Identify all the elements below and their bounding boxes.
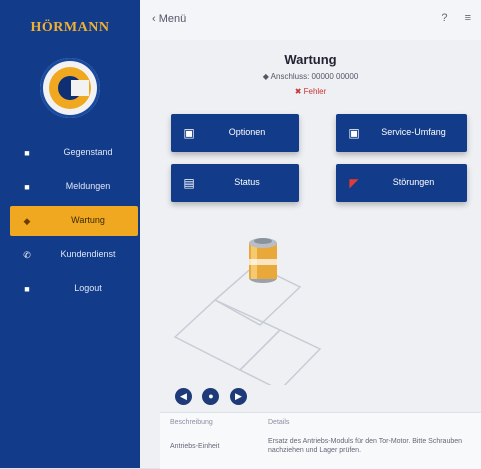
status-button[interactable]: ▤ Status (171, 164, 299, 202)
sidebar-item-label: Logout (74, 283, 102, 293)
device-icon: ▣ (348, 126, 360, 140)
column-header: Details (268, 419, 290, 426)
play-button[interactable]: ● (202, 388, 220, 405)
sidebar: HÖRMANN ■ Gegenstand ■ Meldungen ◆ Wartu… (0, 0, 140, 468)
sidebar-item-label: Gegenstand (63, 147, 113, 157)
detail-key: Antriebs-Einheit (170, 443, 220, 450)
page-title: Wartung (284, 52, 337, 67)
top-bar: ‹ Menü ? ≡ (140, 0, 481, 40)
sidebar-nav: ■ Gegenstand ■ Meldungen ◆ Wartung ✆ Kun… (0, 138, 140, 308)
battery-icon: ▤ (183, 176, 195, 190)
question-icon[interactable]: ? (441, 12, 447, 24)
home-icon: ■ (24, 148, 30, 158)
sidebar-item-label: Kundendienst (60, 249, 116, 259)
sidebar-item-gegenstand[interactable]: ■ Gegenstand (0, 138, 140, 168)
column-header: Beschreibung (170, 419, 213, 426)
device-icon: ▣ (183, 126, 195, 140)
sidebar-item-label: Wartung (71, 215, 105, 225)
sidebar-item-wartung[interactable]: ◆ Wartung (10, 206, 138, 236)
sidebar-item-kundendienst[interactable]: ✆ Kundendienst (0, 240, 140, 270)
detail-value: Ersatz des Antriebs-Moduls für den Tor-M… (268, 438, 463, 454)
sidebar-item-label: Meldungen (65, 181, 111, 191)
brand-wordmark: HÖRMANN (30, 20, 110, 35)
device-subtitle: ◆ Anschluss: 00000 00000 (262, 72, 359, 81)
status-badge: ✖ Fehler (294, 87, 327, 96)
options-button[interactable]: ▣ Optionen (171, 114, 299, 152)
app-logo (40, 58, 100, 118)
playback-controls: ◀ ● ▶ (175, 386, 253, 405)
door-illustration (173, 238, 322, 385)
wrench-icon: ◆ (23, 216, 31, 226)
faults-button[interactable]: ◤ Störungen (336, 164, 467, 202)
sidebar-item-logout[interactable]: ■ Logout (0, 274, 140, 304)
previous-button[interactable]: ◀ (175, 388, 192, 405)
bell-icon: ■ (24, 182, 30, 192)
phone-icon: ✆ (23, 250, 31, 260)
app-window: HÖRMANN ■ Gegenstand ■ Meldungen ◆ Wartu… (0, 0, 481, 469)
service-scope-button[interactable]: ▣ Service-Umfang (336, 114, 467, 152)
back-button[interactable]: ‹ Menü (152, 13, 186, 25)
detail-panel: Beschreibung Details Antriebs-Einheit Er… (160, 412, 481, 469)
top-actions: ? ≡ (427, 12, 471, 24)
next-button[interactable]: ▶ (229, 388, 247, 405)
menu-icon[interactable]: ≡ (465, 12, 471, 24)
sidebar-item-meldungen[interactable]: ■ Meldungen (0, 172, 140, 202)
alert-icon: ◤ (349, 176, 359, 190)
lock-icon: ■ (24, 284, 30, 294)
